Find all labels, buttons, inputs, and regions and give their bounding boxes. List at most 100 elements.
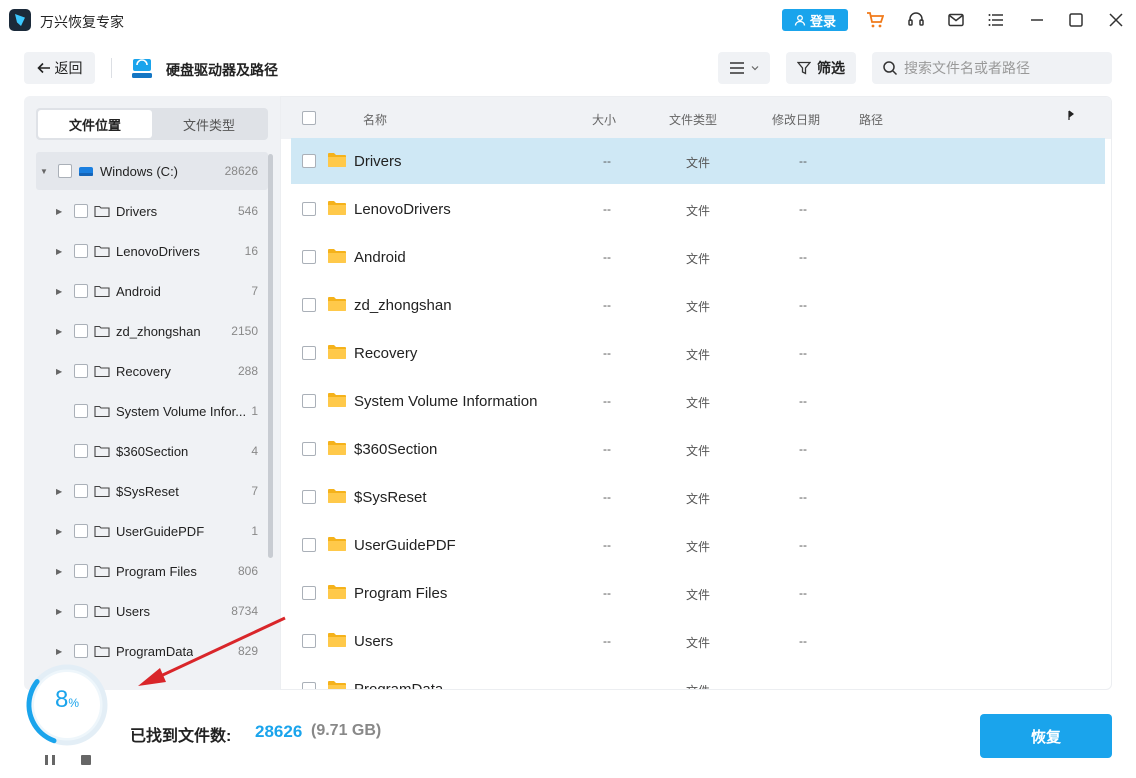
row-checkbox[interactable] (302, 202, 316, 216)
chevron-right-icon[interactable]: ▶ (56, 527, 62, 536)
tree-item[interactable]: ▶ Program Files 806 (36, 552, 268, 590)
row-checkbox[interactable] (302, 442, 316, 456)
row-checkbox[interactable] (302, 298, 316, 312)
tree-checkbox[interactable] (74, 404, 88, 418)
mail-icon[interactable] (945, 9, 967, 31)
row-checkbox[interactable] (302, 634, 316, 648)
table-row[interactable]: LenovoDrivers -- 文件 -- (291, 186, 1105, 232)
chevron-right-icon[interactable]: ▶ (56, 567, 62, 576)
table-row[interactable]: $SysReset -- 文件 -- (291, 474, 1105, 520)
table-row[interactable]: $360Section -- 文件 -- (291, 426, 1105, 472)
row-checkbox[interactable] (302, 250, 316, 264)
tree-checkbox[interactable] (74, 204, 88, 218)
sidebar-tabs: 文件位置 文件类型 (36, 108, 268, 140)
cart-icon[interactable] (864, 9, 886, 31)
column-header-path[interactable]: 路径 (859, 111, 883, 128)
tree-item[interactable]: System Volume Infor... 1 (36, 392, 268, 430)
file-type: 文件 (686, 348, 711, 362)
tree-checkbox[interactable] (74, 324, 88, 338)
tree-item[interactable]: ▶ LenovoDrivers 16 (36, 232, 268, 270)
tree-item[interactable]: $360Section 4 (36, 432, 268, 470)
tree-checkbox[interactable] (74, 284, 88, 298)
table-row[interactable]: ProgramData -- 文件 -- (291, 666, 1105, 689)
row-checkbox[interactable] (302, 538, 316, 552)
table-row[interactable]: Recovery -- 文件 -- (291, 330, 1105, 376)
row-checkbox[interactable] (302, 490, 316, 504)
progress-percent: 8% (24, 686, 110, 714)
row-checkbox[interactable] (302, 682, 316, 689)
filter-button[interactable]: 筛选 (786, 52, 856, 84)
tree-item[interactable]: ▶ $SysReset 7 (36, 472, 268, 510)
tree-checkbox[interactable] (74, 604, 88, 618)
chevron-right-icon[interactable]: ▶ (56, 607, 62, 616)
column-header-type[interactable]: 文件类型 (669, 111, 717, 128)
table-row[interactable]: Drivers -- 文件 -- (291, 138, 1105, 184)
file-type: 文件 (686, 540, 711, 554)
chevron-down-icon[interactable]: ▼ (40, 167, 48, 176)
tree-item[interactable]: ▶ Recovery 288 (36, 352, 268, 390)
tab-file-type[interactable]: 文件类型 (152, 110, 266, 138)
tree-checkbox[interactable] (74, 564, 88, 578)
column-resize-icon[interactable] (1067, 109, 1075, 121)
tree-item[interactable]: ▶ UserGuidePDF 1 (36, 512, 268, 550)
file-date: -- (799, 538, 807, 552)
folder-icon (328, 393, 346, 407)
column-header-size[interactable]: 大小 (592, 111, 616, 128)
search-box[interactable] (872, 52, 1112, 84)
tree-item-count: 1 (251, 524, 258, 538)
close-icon[interactable] (1105, 9, 1127, 31)
select-all-checkbox[interactable] (302, 111, 316, 125)
search-input[interactable] (904, 60, 1104, 76)
folder-outline-icon (94, 645, 110, 658)
column-header-name[interactable]: 名称 (363, 111, 387, 128)
row-checkbox[interactable] (302, 154, 316, 168)
table-row[interactable]: UserGuidePDF -- 文件 -- (291, 522, 1105, 568)
tree-item-label: Drivers (116, 203, 158, 219)
login-button[interactable]: 登录 (782, 9, 848, 31)
row-checkbox[interactable] (302, 346, 316, 360)
chevron-right-icon[interactable]: ▶ (56, 207, 62, 216)
tree-root-drive[interactable]: ▼ Windows (C:) 28626 (36, 152, 268, 190)
tree-checkbox[interactable] (74, 364, 88, 378)
chevron-right-icon[interactable]: ▶ (56, 647, 62, 656)
row-checkbox[interactable] (302, 394, 316, 408)
tree-item-count: 288 (237, 364, 258, 378)
tree-checkbox[interactable] (74, 644, 88, 658)
menu-icon[interactable] (985, 9, 1007, 31)
tree-item-count: 28626 (224, 164, 258, 178)
file-type: 文件 (686, 204, 711, 218)
table-row[interactable]: Users -- 文件 -- (291, 618, 1105, 664)
tree-checkbox[interactable] (74, 444, 88, 458)
tree-checkbox[interactable] (74, 244, 88, 258)
tree-checkbox[interactable] (74, 484, 88, 498)
table-row[interactable]: Program Files -- 文件 -- (291, 570, 1105, 616)
sidebar: 文件位置 文件类型 ▼ Windows (C:) 28626 ▶ Drivers 546 ▶… (24, 96, 280, 690)
minimize-icon[interactable] (1026, 9, 1048, 31)
chevron-down-icon (751, 66, 759, 71)
chevron-right-icon[interactable]: ▶ (56, 327, 62, 336)
tree-item[interactable]: ▶ zd_zhongshan 2150 (36, 312, 268, 350)
chevron-right-icon[interactable]: ▶ (56, 487, 62, 496)
chevron-right-icon[interactable]: ▶ (56, 367, 62, 376)
table-row[interactable]: Android -- 文件 -- (291, 234, 1105, 280)
maximize-icon[interactable] (1065, 9, 1087, 31)
recover-button[interactable]: 恢复 (980, 714, 1112, 758)
chevron-right-icon[interactable]: ▶ (56, 287, 62, 296)
tree-item[interactable]: ▶ Drivers 546 (36, 192, 268, 230)
table-row[interactable]: zd_zhongshan -- 文件 -- (291, 282, 1105, 328)
chevron-right-icon[interactable]: ▶ (56, 247, 62, 256)
view-mode-button[interactable] (718, 52, 770, 84)
tree-item[interactable]: ▶ Android 7 (36, 272, 268, 310)
folder-icon (328, 249, 346, 263)
tree-checkbox[interactable] (58, 164, 72, 178)
row-checkbox[interactable] (302, 586, 316, 600)
tab-file-location[interactable]: 文件位置 (38, 110, 152, 138)
tree-checkbox[interactable] (74, 524, 88, 538)
back-button[interactable]: 返回 (24, 52, 95, 84)
stop-icon[interactable] (81, 755, 91, 765)
column-header-date[interactable]: 修改日期 (772, 111, 820, 128)
table-row[interactable]: System Volume Information -- 文件 -- (291, 378, 1105, 424)
headset-icon[interactable] (905, 9, 927, 31)
sidebar-scrollbar[interactable] (268, 154, 273, 558)
pause-icon[interactable] (44, 754, 56, 766)
